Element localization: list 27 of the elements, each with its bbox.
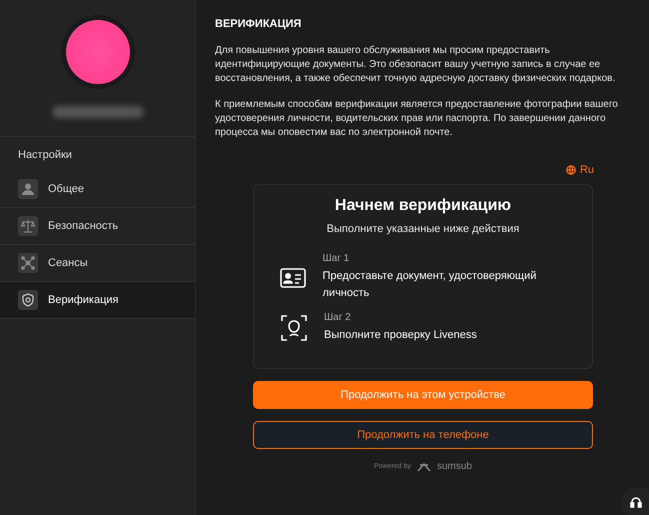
avatar (66, 20, 130, 84)
language-label: Ru (580, 164, 594, 176)
card-title: Начнем верификацию (334, 197, 512, 215)
face-scan-icon (281, 315, 307, 341)
step-number: Шаг 2 (324, 312, 352, 323)
headset-icon (630, 496, 642, 508)
step-text: Выполните проверку Liveness (324, 328, 477, 343)
id-card-icon (280, 268, 306, 288)
network-icon (21, 256, 35, 270)
phone-button[interactable]: Продолжить на телефоне (253, 421, 593, 449)
user-icon (21, 182, 35, 196)
page-title: ВЕРИФИКАЦИЯ (215, 18, 302, 30)
logo-icon (416, 462, 432, 472)
globe-icon (566, 165, 576, 175)
section-title: Настройки (17, 148, 73, 163)
sidebar-item[interactable]: Верификация (0, 282, 195, 319)
step-number: Шаг 1 (322, 253, 350, 264)
shield-icon (21, 293, 35, 307)
sidebar-item[interactable]: Общее (0, 171, 195, 208)
paragraph: К приемлемым способам верификации является предоставление фотографии вашего удостоверения личности, водительских прав или паспорта. По завершении данного процесса мы оповестим вас по электронной почте. (215, 98, 619, 140)
language-selector[interactable]: Ru (566, 164, 594, 176)
step-text: Предоставьте документ, удостоверяющий личность (322, 269, 538, 301)
scales-icon (21, 219, 35, 233)
sidebar-item[interactable]: Безопасность (0, 208, 195, 245)
card-subtitle: Выполните указанные ниже действия (326, 223, 520, 235)
brand-name: sumsub (436, 461, 472, 472)
paragraph: Для повышения уровня вашего обслуживания мы просим предоставить идентифицирующие документы. Это обезопасит вашу учетную запись в случае ее восстановления, а также обеспечит точную адресную доставку физических подарков. (215, 44, 616, 86)
